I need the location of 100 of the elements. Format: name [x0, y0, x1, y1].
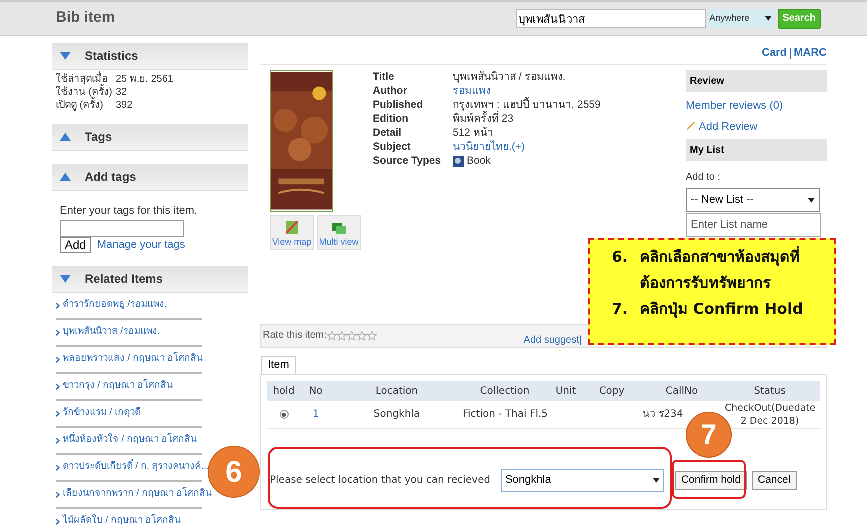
related-item-link[interactable]: รักข้างแรม / เกตุวดี: [63, 406, 141, 421]
field-link[interactable]: นวนิยายไทย.(+): [453, 140, 526, 154]
section-header[interactable]: Statistics: [52, 43, 248, 70]
field-label: Published: [373, 98, 424, 112]
stat-value: 32: [116, 86, 128, 99]
rate-label: Rate this item:: [263, 329, 327, 343]
field-link[interactable]: รอมแพง: [453, 84, 491, 98]
windows-icon: [332, 223, 346, 234]
search-field[interactable]: บุพเพสันนิวาส: [516, 9, 706, 28]
stat-label: ใช้ล่าสุดเมื่อ: [56, 73, 116, 86]
column-header: Collection: [479, 384, 531, 398]
manage-tags-link[interactable]: Manage your tags: [97, 236, 186, 253]
magnifier-icon: [453, 156, 464, 166]
field-label: Author: [373, 84, 408, 98]
section-header[interactable]: Tags: [52, 124, 248, 151]
field-label: Source Types: [373, 154, 442, 168]
related-item-link[interactable]: หนึ่งห้องหัวใจ / กฤษณา อโศกสิน: [63, 433, 197, 448]
stat-label: เปิดดู (ครั้ง): [56, 99, 116, 112]
step-number: 7.: [612, 299, 630, 320]
star-icon[interactable]: [356, 330, 367, 340]
chevron-icon: [56, 330, 60, 336]
location-select[interactable]: Songkhla: [501, 469, 664, 492]
caret-icon: [764, 16, 772, 21]
hold-radio[interactable]: [280, 410, 288, 419]
item-number-link[interactable]: 1: [301, 407, 331, 422]
cover-view-button[interactable]: View map: [270, 215, 314, 250]
field-label: Subject: [373, 140, 412, 154]
related-item-link[interactable]: ขาวกรุง / กฤษณา อโศกสิน: [63, 379, 173, 394]
chevron-icon: [56, 384, 60, 390]
item-tab[interactable]: Item: [261, 356, 296, 374]
stat-value: 392: [116, 99, 133, 112]
star-icon[interactable]: [336, 330, 347, 340]
field-label: Detail: [373, 126, 403, 140]
caret-icon: [808, 198, 815, 202]
location-label: Please select location that you can recieved: [270, 474, 490, 488]
related-item-link[interactable]: บุพเพสันนิวาส /รอมแพง.: [63, 325, 160, 340]
star-icon[interactable]: [326, 330, 337, 340]
related-item-link[interactable]: ไม้ผลัดใบ / กฤษณา อโศกสิน: [63, 514, 181, 529]
star-icon[interactable]: [366, 330, 377, 340]
add-review-link[interactable]: Add Review: [699, 118, 758, 135]
chevron-icon: [56, 410, 60, 416]
section-title: Tags: [85, 129, 112, 146]
expand-arrow-icon[interactable]: [60, 52, 71, 60]
view-link[interactable]: MARC: [790, 48, 827, 59]
add-tag-button[interactable]: Add: [60, 236, 92, 253]
collapse-arrow-icon[interactable]: [60, 133, 71, 141]
chevron-icon: [56, 438, 60, 444]
section-title: Add tags: [85, 169, 136, 186]
pencil-icon: [686, 121, 696, 132]
field-value: บุพเพสันนิวาส / รอมแพง.: [453, 70, 566, 84]
field-value: 512 หน้า: [453, 126, 494, 140]
map-icon: [286, 221, 298, 234]
step-number: 6.: [612, 247, 630, 268]
related-item-link[interactable]: พลอยพราวแสง / กฤษณา อโศกสิน: [63, 352, 203, 367]
column-header: Location: [374, 384, 420, 398]
collapse-arrow-icon[interactable]: [60, 173, 71, 181]
table-cell-text: นว ร234: [642, 408, 684, 422]
star-rating[interactable]: [326, 330, 377, 340]
suggest-link[interactable]: Add suggest|: [524, 335, 582, 346]
field-value: กรุงเทพฯ : แฮปปี้ บานานา, 2559: [453, 98, 601, 111]
step-text: คลิกปุ่ม Confirm Hold: [640, 299, 804, 320]
field-value: พิมพ์ครั้งที่ 23: [453, 112, 514, 126]
list-select[interactable]: -- New List --: [686, 188, 820, 212]
table-cell-text: Fiction - Thai Fl.5: [463, 408, 547, 422]
cover-view-button[interactable]: Multi view: [317, 215, 361, 250]
expand-arrow-icon[interactable]: [60, 275, 71, 283]
view-link[interactable]: Card: [762, 48, 787, 59]
field-value: Book: [467, 154, 491, 168]
column-header: Copy: [598, 384, 626, 398]
chevron-icon: [56, 518, 60, 524]
section-title: Statistics: [85, 48, 138, 65]
tags-hint: Enter your tags for this item.: [60, 204, 199, 219]
column-header: Status: [753, 384, 787, 398]
panel-header: My List: [686, 139, 827, 161]
section-header[interactable]: Add tags: [52, 164, 248, 191]
caret-icon: [653, 478, 660, 483]
stat-label: ใช้งาน (ครั้ง): [56, 86, 116, 99]
related-item-link[interactable]: ดำรารักยอดพธู /รอมแพง.: [63, 298, 167, 313]
related-item-link[interactable]: เลียงนกจากพราก / กฤษณา อโศกสิน: [63, 487, 212, 502]
confirm-hold-button[interactable]: Confirm hold: [675, 471, 747, 490]
section-header[interactable]: Related Items: [52, 266, 248, 293]
column-header: CallNo: [664, 384, 700, 398]
panel-header: Review: [686, 70, 827, 92]
step-badge: 7: [686, 412, 732, 458]
cancel-button[interactable]: Cancel: [752, 471, 797, 490]
section-title: Related Items: [85, 271, 164, 288]
chevron-icon: [56, 302, 60, 308]
scope-select[interactable]: Anywhere: [708, 9, 774, 28]
related-item-link[interactable]: ดาวประดับเกียรติ์ / ก. สุรางคนางค์...: [63, 460, 210, 475]
column-header: Unit: [554, 384, 578, 398]
step-text: คลิกเลือกสาขาห้องสมุดที่ต้องการรับทรัพยากร: [640, 245, 801, 294]
stat-value: 25 พ.ย. 2561: [116, 73, 174, 86]
star-icon[interactable]: [346, 330, 357, 340]
list-name-field[interactable]: Enter List name: [686, 213, 821, 237]
table-cell-text: Songkhla: [372, 408, 422, 422]
page-title: Bib item: [56, 8, 116, 28]
member-reviews-link[interactable]: Member reviews (0): [686, 98, 827, 114]
column-header: hold: [272, 384, 296, 398]
tags-input[interactable]: [60, 220, 184, 236]
chevron-icon: [56, 356, 60, 362]
